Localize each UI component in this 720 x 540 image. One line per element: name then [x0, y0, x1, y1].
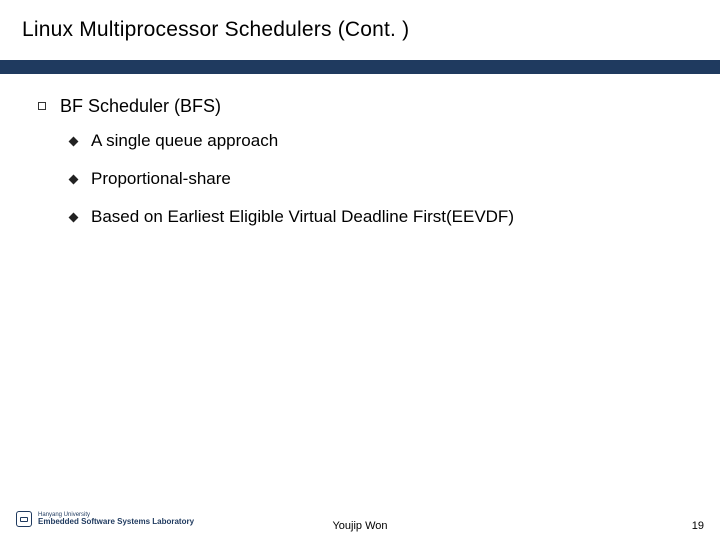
bullet-row: A single queue approach: [38, 131, 682, 151]
title-area: Linux Multiprocessor Schedulers (Cont. ): [0, 0, 720, 52]
footer-author: Youjip Won: [0, 520, 720, 532]
bullet-text: Proportional-share: [91, 169, 231, 189]
bullet-row: Proportional-share: [38, 169, 682, 189]
diamond-bullet-icon: [69, 213, 79, 223]
footer: Hanyang University Embedded Software Sys…: [0, 504, 720, 540]
bullet-text: Based on Earliest Eligible Virtual Deadl…: [91, 207, 514, 227]
diamond-bullet-icon: [69, 175, 79, 185]
square-bullet-icon: [38, 102, 46, 110]
slide-title: Linux Multiprocessor Schedulers (Cont. ): [22, 18, 698, 42]
section-heading: BF Scheduler (BFS): [60, 96, 221, 117]
diamond-bullet-icon: [69, 137, 79, 147]
page-number: 19: [692, 520, 704, 532]
section-row: BF Scheduler (BFS): [38, 96, 682, 117]
title-underline: [0, 60, 720, 74]
bullet-text: A single queue approach: [91, 131, 278, 151]
content-area: BF Scheduler (BFS) A single queue approa…: [0, 74, 720, 227]
bullet-row: Based on Earliest Eligible Virtual Deadl…: [38, 207, 682, 227]
slide: Linux Multiprocessor Schedulers (Cont. )…: [0, 0, 720, 540]
